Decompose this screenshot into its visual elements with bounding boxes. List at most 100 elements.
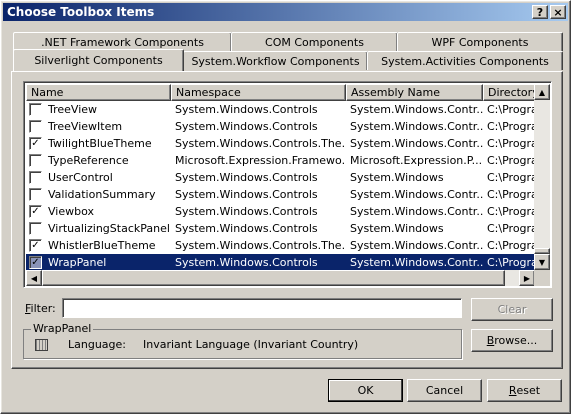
directory-cell: C:\Progra [487, 154, 537, 167]
directory-cell: C:\Progra [487, 137, 537, 150]
list-item[interactable]: ✓ WhistlerBlueTheme System.Windows.Control… [26, 237, 537, 254]
scroll-left-icon[interactable]: ◀ [26, 270, 42, 286]
language-label: Language: [68, 338, 126, 351]
tab-wpf-components[interactable]: WPF Components [397, 32, 563, 51]
vertical-scrollbar[interactable]: ▲ ▼ [534, 84, 550, 270]
checkbox[interactable]: ✓ [29, 137, 42, 150]
directory-cell: C:\Progra [487, 120, 537, 133]
checkbox[interactable] [29, 120, 42, 133]
assembly-cell: System.Windows.Contr... [350, 239, 483, 252]
scroll-right-icon[interactable]: ▶ [519, 270, 535, 286]
directory-cell: C:\Progra [487, 103, 537, 116]
component-name: VirtualizingStackPanel [48, 222, 170, 235]
list-item[interactable]: ✓ WrapPanel System.Windows.Controls System.… [26, 254, 537, 271]
list-item[interactable]: VirtualizingStackPanel System.Windows.Con… [26, 220, 537, 237]
checkbox[interactable]: ✓ [29, 205, 42, 218]
close-button[interactable]: × [550, 5, 566, 19]
namespace-cell: System.Windows.Controls [175, 103, 318, 116]
namespace-cell: System.Windows.Controls.The... [175, 239, 346, 252]
list-item[interactable]: UserControl System.Windows.Controls System… [26, 169, 537, 186]
filter-label: Filter: [25, 302, 56, 315]
checkbox[interactable] [29, 222, 42, 235]
name-cell: TreeViewItem [26, 118, 171, 135]
column-header-namespace[interactable]: Namespace [171, 84, 346, 101]
directory-cell: C:\Progra [487, 205, 537, 218]
tab-com-components[interactable]: COM Components [231, 32, 398, 51]
name-cell: ✓ TwilightBlueTheme [26, 135, 171, 152]
components-list[interactable]: Name Namespace Assembly Name Directory T… [23, 81, 552, 288]
component-name: WrapPanel [48, 256, 107, 269]
directory-cell: C:\Progra [487, 171, 537, 184]
dialog-title: Choose Toolbox Items [7, 5, 155, 19]
column-header-directory[interactable]: Directory [483, 84, 537, 101]
namespace-cell: System.Windows.Controls [175, 171, 318, 184]
language-value: Invariant Language (Invariant Country) [143, 338, 359, 351]
scroll-up-icon[interactable]: ▲ [534, 84, 550, 100]
assembly-cell: Microsoft.Expression.P... [350, 154, 483, 167]
checkbox[interactable] [29, 171, 42, 184]
scroll-down-icon[interactable]: ▼ [534, 254, 550, 270]
namespace-cell: System.Windows.Controls [175, 222, 318, 235]
browse-button[interactable]: Browse... [471, 329, 553, 352]
assembly-cell: System.Windows.Contr... [350, 103, 483, 116]
list-item[interactable]: ValidationSummary System.Windows.Controls… [26, 186, 537, 203]
horizontal-scroll-thumb[interactable] [42, 270, 505, 286]
assembly-cell: System.Windows [350, 222, 444, 235]
namespace-cell: Microsoft.Expression.Framewo... [175, 154, 346, 167]
tab-silverlight-components[interactable]: Silverlight Components [13, 49, 184, 71]
tab-system-workflow-components[interactable]: System.Workflow Components [183, 51, 368, 70]
tab-system-activities-components[interactable]: System.Activities Components [367, 51, 563, 70]
title-bar: Choose Toolbox Items ? × [3, 3, 568, 21]
component-name: Viewbox [48, 205, 94, 218]
assembly-cell: System.Windows.Contr... [350, 188, 483, 201]
name-cell: ✓ WrapPanel [26, 254, 171, 271]
namespace-cell: System.Windows.Controls [175, 120, 318, 133]
assembly-cell: System.Windows.Contr... [350, 120, 483, 133]
checkbox[interactable] [29, 154, 42, 167]
list-item[interactable]: TreeView System.Windows.Controls System.Wi… [26, 101, 537, 118]
list-item[interactable]: ✓ TwilightBlueTheme System.Windows.Control… [26, 135, 537, 152]
name-cell: ✓ WhistlerBlueTheme [26, 237, 171, 254]
namespace-cell: System.Windows.Controls.The... [175, 137, 346, 150]
assembly-cell: System.Windows.Contr... [350, 137, 483, 150]
component-name: WhistlerBlueTheme [48, 239, 156, 252]
clear-button[interactable]: Clear [471, 298, 553, 321]
directory-cell: C:\Progra [487, 222, 537, 235]
assembly-cell: System.Windows [350, 171, 444, 184]
column-header-name[interactable]: Name [26, 84, 171, 101]
horizontal-scrollbar[interactable]: ◀ ▶ [26, 270, 535, 286]
filter-input[interactable] [62, 298, 462, 318]
component-icon [35, 339, 48, 351]
name-cell: ✓ Viewbox [26, 203, 171, 220]
component-name: TreeViewItem [48, 120, 123, 133]
list-item[interactable]: TreeViewItem System.Windows.Controls Syste… [26, 118, 537, 135]
checkbox[interactable] [29, 188, 42, 201]
choose-toolbox-items-dialog: Choose Toolbox Items ? × .NET Framework … [0, 0, 571, 414]
groupbox-title: WrapPanel [31, 322, 94, 335]
cancel-button[interactable]: Cancel [407, 379, 482, 402]
assembly-cell: System.Windows.Contr... [350, 256, 483, 269]
name-cell: VirtualizingStackPanel [26, 220, 171, 237]
reset-button[interactable]: Reset [487, 379, 562, 402]
checkbox[interactable]: ✓ [29, 256, 42, 269]
checkbox[interactable]: ✓ [29, 239, 42, 252]
namespace-cell: System.Windows.Controls [175, 256, 318, 269]
namespace-cell: System.Windows.Controls [175, 188, 318, 201]
name-cell: TypeReference [26, 152, 171, 169]
name-cell: UserControl [26, 169, 171, 186]
help-button[interactable]: ? [532, 5, 548, 19]
directory-cell: C:\Progra [487, 239, 537, 252]
list-item[interactable]: ✓ Viewbox System.Windows.Controls System.Wi… [26, 203, 537, 220]
namespace-cell: System.Windows.Controls [175, 205, 318, 218]
assembly-cell: System.Windows.Contr... [350, 205, 483, 218]
list-item[interactable]: TypeReference Microsoft.Expression.Framew… [26, 152, 537, 169]
checkbox[interactable] [29, 103, 42, 116]
component-name: UserControl [48, 171, 113, 184]
scrollbar-corner [534, 270, 550, 286]
component-name: ValidationSummary [48, 188, 156, 201]
name-cell: TreeView [26, 101, 171, 118]
ok-button[interactable]: OK [328, 379, 403, 402]
column-header-assembly-name[interactable]: Assembly Name [346, 84, 483, 101]
component-name: TypeReference [48, 154, 129, 167]
list-rows: TreeView System.Windows.Controls System.Wi… [26, 101, 537, 271]
